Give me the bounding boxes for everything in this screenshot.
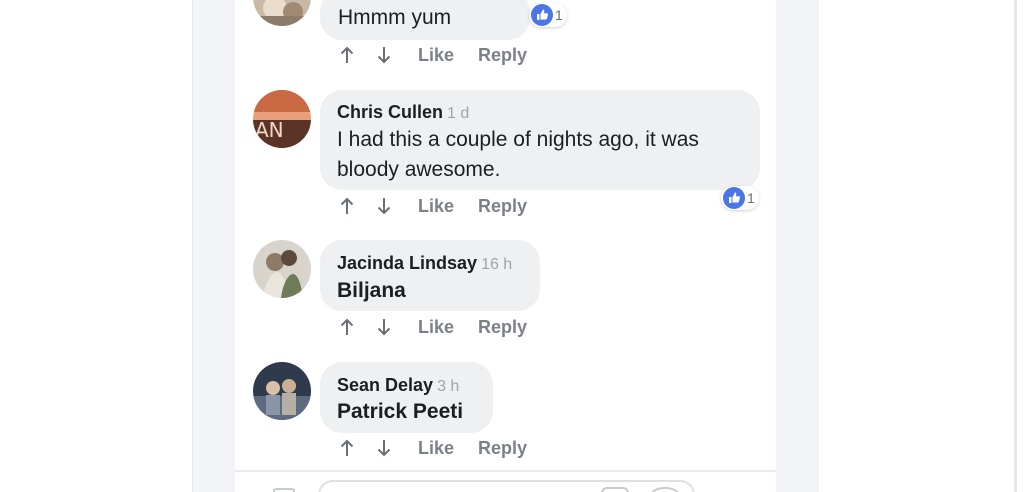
svg-text:AN: AN xyxy=(255,118,284,142)
reaction-badge[interactable]: 1 xyxy=(529,3,567,27)
camera-icon[interactable] xyxy=(273,488,295,492)
up-arrow-icon[interactable] xyxy=(335,194,359,218)
thumbs-up-icon xyxy=(531,4,553,26)
up-arrow-icon[interactable] xyxy=(335,436,359,460)
comment-author: Sean Delay 3 h xyxy=(337,375,459,396)
reply-button[interactable]: Reply xyxy=(478,438,527,459)
reply-button[interactable]: Reply xyxy=(478,45,527,66)
author-name[interactable]: Chris Cullen xyxy=(337,102,443,122)
like-button[interactable]: Like xyxy=(418,45,454,66)
author-name[interactable]: Jacinda Lindsay xyxy=(337,253,477,273)
avatar[interactable] xyxy=(253,362,311,420)
comment-text: Hmmm yum xyxy=(338,6,452,29)
comment-thread: Hmmm yum 1 Like Reply AN Chris Cullen 1 d… xyxy=(235,0,776,492)
reaction-count: 1 xyxy=(747,190,755,206)
comment-bubble: Sean Delay 3 h Patrick Peeti xyxy=(320,362,493,433)
composer-divider xyxy=(235,470,776,472)
comment-text: Biljana xyxy=(337,279,406,302)
comment-text-line-1: I had this a couple of nights ago, it wa… xyxy=(337,128,699,151)
up-arrow-icon[interactable] xyxy=(335,43,359,67)
comment-author: Jacinda Lindsay 16 h xyxy=(337,253,512,274)
comment-bubble: Hmmm yum xyxy=(320,0,530,40)
comment-author: Chris Cullen 1 d xyxy=(337,102,469,123)
comment-timestamp: 1 d xyxy=(447,105,470,122)
down-arrow-icon[interactable] xyxy=(372,43,396,67)
thumbs-up-icon xyxy=(723,187,745,209)
like-button[interactable]: Like xyxy=(418,196,454,217)
comment-text-line-2: bloody awesome. xyxy=(337,158,501,181)
avatar[interactable]: AN xyxy=(253,90,311,148)
down-arrow-icon[interactable] xyxy=(372,194,396,218)
down-arrow-icon[interactable] xyxy=(372,436,396,460)
comment-text: Patrick Peeti xyxy=(337,400,464,423)
reaction-badge[interactable]: 1 xyxy=(721,186,759,210)
up-arrow-icon[interactable] xyxy=(335,315,359,339)
author-name[interactable]: Sean Delay xyxy=(337,375,433,395)
down-arrow-icon[interactable] xyxy=(372,315,396,339)
like-button[interactable]: Like xyxy=(418,438,454,459)
avatar[interactable] xyxy=(253,0,311,26)
comment-actions: Like Reply xyxy=(335,194,527,218)
comment-input[interactable] xyxy=(318,480,695,492)
comment-bubble: Jacinda Lindsay 16 h Biljana xyxy=(320,240,540,311)
screenshot-page: Hmmm yum 1 Like Reply AN Chris Cullen 1 d… xyxy=(0,0,1024,492)
comment-actions: Like Reply xyxy=(335,43,527,67)
reaction-count: 1 xyxy=(555,7,563,23)
comment-actions: Like Reply xyxy=(335,436,527,460)
comment-bubble: Chris Cullen 1 d I had this a couple of n… xyxy=(320,90,760,190)
reply-button[interactable]: Reply xyxy=(478,317,527,338)
gif-icon[interactable] xyxy=(601,487,629,492)
like-button[interactable]: Like xyxy=(418,317,454,338)
avatar[interactable] xyxy=(253,240,311,298)
reply-button[interactable]: Reply xyxy=(478,196,527,217)
comment-actions: Like Reply xyxy=(335,315,527,339)
post-frame: Hmmm yum 1 Like Reply AN Chris Cullen 1 d… xyxy=(193,0,819,492)
comment-timestamp: 3 h xyxy=(437,378,460,395)
scrollbar[interactable] xyxy=(1014,0,1017,492)
comment-timestamp: 16 h xyxy=(481,256,513,273)
